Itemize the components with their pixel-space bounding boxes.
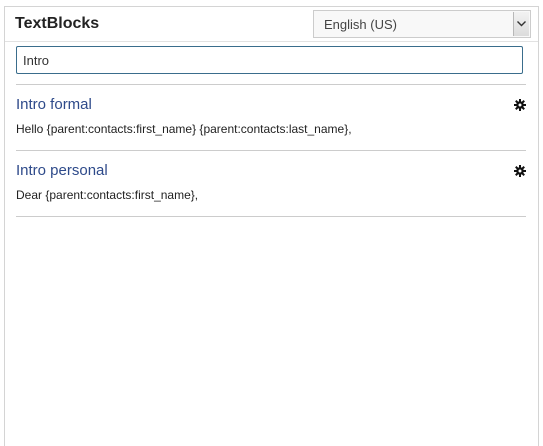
textblock-content: Hello {parent:contacts:first_name} {pare… xyxy=(16,122,352,136)
dropdown-button[interactable] xyxy=(513,12,529,36)
divider xyxy=(16,216,526,217)
textblocks-panel: TextBlocks English (US) Intro formal Hel… xyxy=(4,6,539,446)
gear-icon[interactable] xyxy=(514,165,526,177)
textblock-title[interactable]: Intro formal xyxy=(16,95,92,115)
language-select[interactable]: English (US) xyxy=(313,10,531,38)
divider xyxy=(16,84,526,85)
textblock-title[interactable]: Intro personal xyxy=(16,161,108,181)
gear-icon[interactable] xyxy=(514,99,526,111)
textblock-item: Intro personal Dear {parent:contacts:fir… xyxy=(16,161,526,211)
chevron-down-icon xyxy=(517,21,526,27)
panel-title: TextBlocks xyxy=(15,15,100,32)
panel-header: TextBlocks English (US) xyxy=(5,7,538,42)
language-select-value: English (US) xyxy=(324,17,397,32)
textblock-item: Intro formal Hello {parent:contacts:firs… xyxy=(16,95,526,145)
textblock-content: Dear {parent:contacts:first_name}, xyxy=(16,188,199,202)
divider xyxy=(16,150,526,151)
search-input[interactable] xyxy=(16,46,523,74)
